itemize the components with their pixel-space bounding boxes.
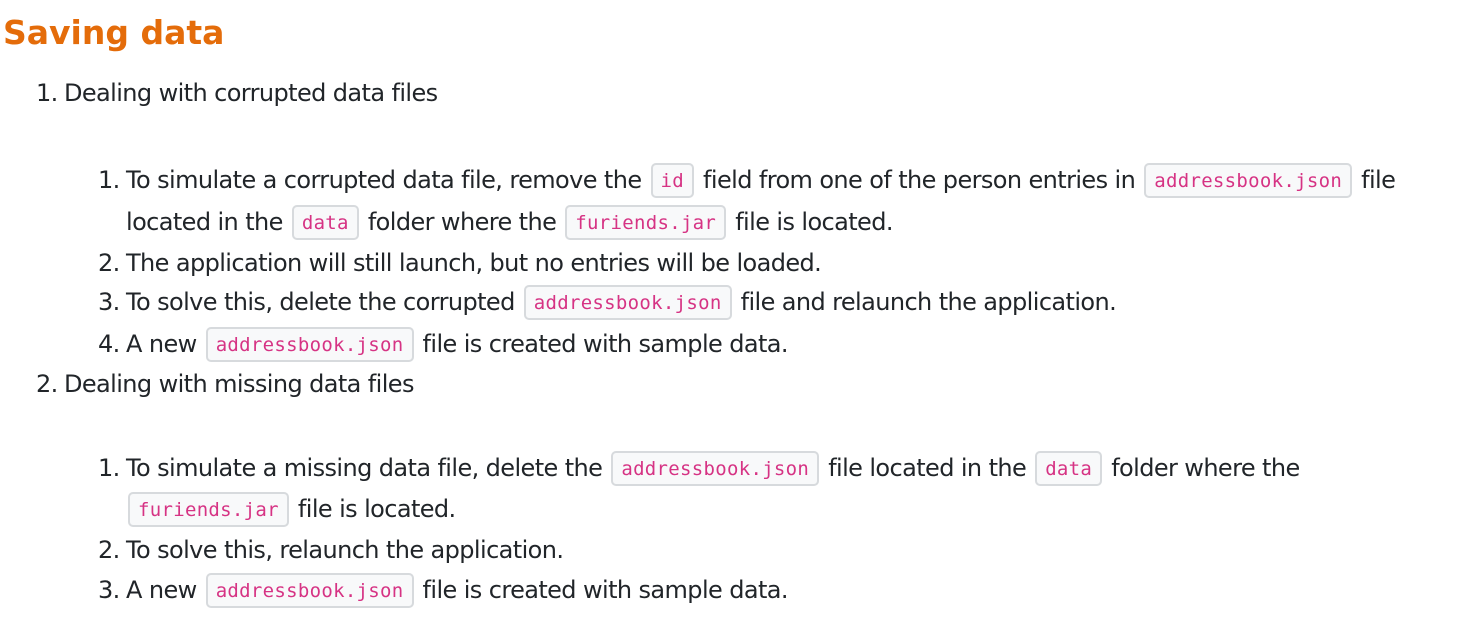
list-item-title: Dealing with missing data files <box>64 370 414 398</box>
step-item: 3. A new addressbook.json file is create… <box>64 570 1476 612</box>
step-item: 1. To simulate a missing data file, dele… <box>64 448 1476 530</box>
step-text: The application will still launch, but n… <box>126 249 822 277</box>
step-item: 1. To simulate a corrupted data file, re… <box>64 160 1476 244</box>
step-text: To simulate a corrupted data file, remov… <box>126 166 642 194</box>
step-text: file is created with sample data. <box>422 330 789 358</box>
document-page: Saving data 1. Dealing with corrupted da… <box>0 0 1476 632</box>
code-snippet: furiends.jar <box>565 205 727 240</box>
step-text: file and relaunch the application. <box>740 288 1117 316</box>
section-title: Saving data <box>3 13 225 52</box>
list-item-title: Dealing with corrupted data files <box>64 79 438 107</box>
code-snippet: addressbook.json <box>523 285 732 320</box>
step-text: To solve this, delete the corrupted <box>126 288 515 316</box>
step-number: 1. <box>98 454 120 482</box>
list-number: 1. <box>36 79 58 107</box>
code-snippet: addressbook.json <box>205 327 414 362</box>
code-snippet: data <box>291 205 359 240</box>
code-snippet: addressbook.json <box>1144 163 1353 198</box>
list-item-corrupted-files: 1. Dealing with corrupted data files 1. … <box>0 78 1476 366</box>
step-text: file is located. <box>735 208 893 236</box>
code-snippet: furiends.jar <box>128 492 289 527</box>
step-text: folder where the <box>367 208 557 236</box>
step-number: 2. <box>98 536 120 564</box>
step-item: 3. To solve this, delete the corrupted a… <box>64 282 1476 324</box>
step-text: file located in the <box>828 454 1027 482</box>
outer-list: 1. Dealing with corrupted data files 1. … <box>0 78 1476 612</box>
step-text: located in the <box>126 208 283 236</box>
step-text: file <box>1361 166 1396 194</box>
list-item-missing-files: 2. Dealing with missing data files 1. To… <box>0 366 1476 612</box>
step-text: folder where the <box>1111 454 1300 482</box>
code-snippet: addressbook.json <box>611 451 820 486</box>
code-snippet: addressbook.json <box>205 573 414 608</box>
step-text: A new <box>126 330 197 358</box>
step-text: To simulate a missing data file, delete … <box>126 454 603 482</box>
step-number: 2. <box>98 249 120 277</box>
step-text: To solve this, relaunch the application. <box>126 536 564 564</box>
step-number: 4. <box>98 330 120 358</box>
step-text: file is located. <box>297 495 456 523</box>
step-number: 1. <box>98 166 120 194</box>
code-snippet: data <box>1035 451 1103 486</box>
inner-list: 1. To simulate a missing data file, dele… <box>64 448 1476 612</box>
list-number: 2. <box>36 370 58 398</box>
step-item: 4. A new addressbook.json file is create… <box>64 324 1476 366</box>
step-number: 3. <box>98 576 120 604</box>
step-number: 3. <box>98 288 120 316</box>
inner-list: 1. To simulate a corrupted data file, re… <box>64 160 1476 366</box>
step-item: 2. To solve this, relaunch the applicati… <box>64 530 1476 570</box>
step-text: file is created with sample data. <box>422 576 789 604</box>
step-text: A new <box>126 576 197 604</box>
step-item: 2. The application will still launch, bu… <box>64 244 1476 282</box>
code-snippet: id <box>650 163 695 198</box>
step-text: field from one of the person entries in <box>703 166 1136 194</box>
